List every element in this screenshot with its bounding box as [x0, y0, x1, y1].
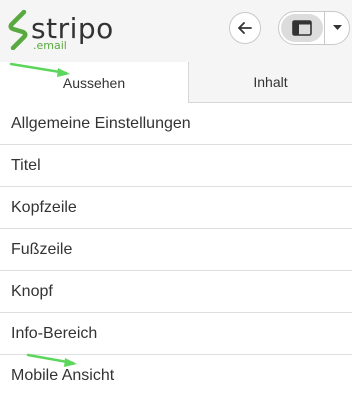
menu-item-allgemeine-einstellungen[interactable]: Allgemeine Einstellungen: [0, 103, 352, 145]
menu-item-fusszeile[interactable]: Fußzeile: [0, 229, 352, 271]
caret-down-icon: [332, 25, 342, 30]
annotation-arrow-icon: [9, 62, 70, 77]
menu-item-kopfzeile[interactable]: Kopfzeile: [0, 187, 352, 229]
annotation-arrow-icon: [26, 353, 77, 367]
tab-inhalt[interactable]: Inhalt: [189, 62, 352, 103]
stripo-logo[interactable]: stripo .email: [8, 8, 118, 54]
tab-label: Inhalt: [253, 74, 288, 90]
layout-dropdown-button[interactable]: [325, 12, 349, 44]
layout-panel-icon: [292, 20, 312, 36]
stripo-s-icon: [8, 10, 28, 50]
menu-item-knopf[interactable]: Knopf: [0, 271, 352, 313]
app-header: stripo .email: [0, 0, 352, 62]
menu-item-info-bereich[interactable]: Info-Bereich: [0, 313, 352, 355]
menu-item-titel[interactable]: Titel: [0, 145, 352, 187]
back-button[interactable]: [229, 12, 261, 44]
logo-subtext: .email: [33, 39, 67, 52]
arrow-left-icon: [238, 22, 252, 34]
layout-switcher: [278, 11, 350, 45]
layout-toggle-button[interactable]: [281, 14, 323, 42]
